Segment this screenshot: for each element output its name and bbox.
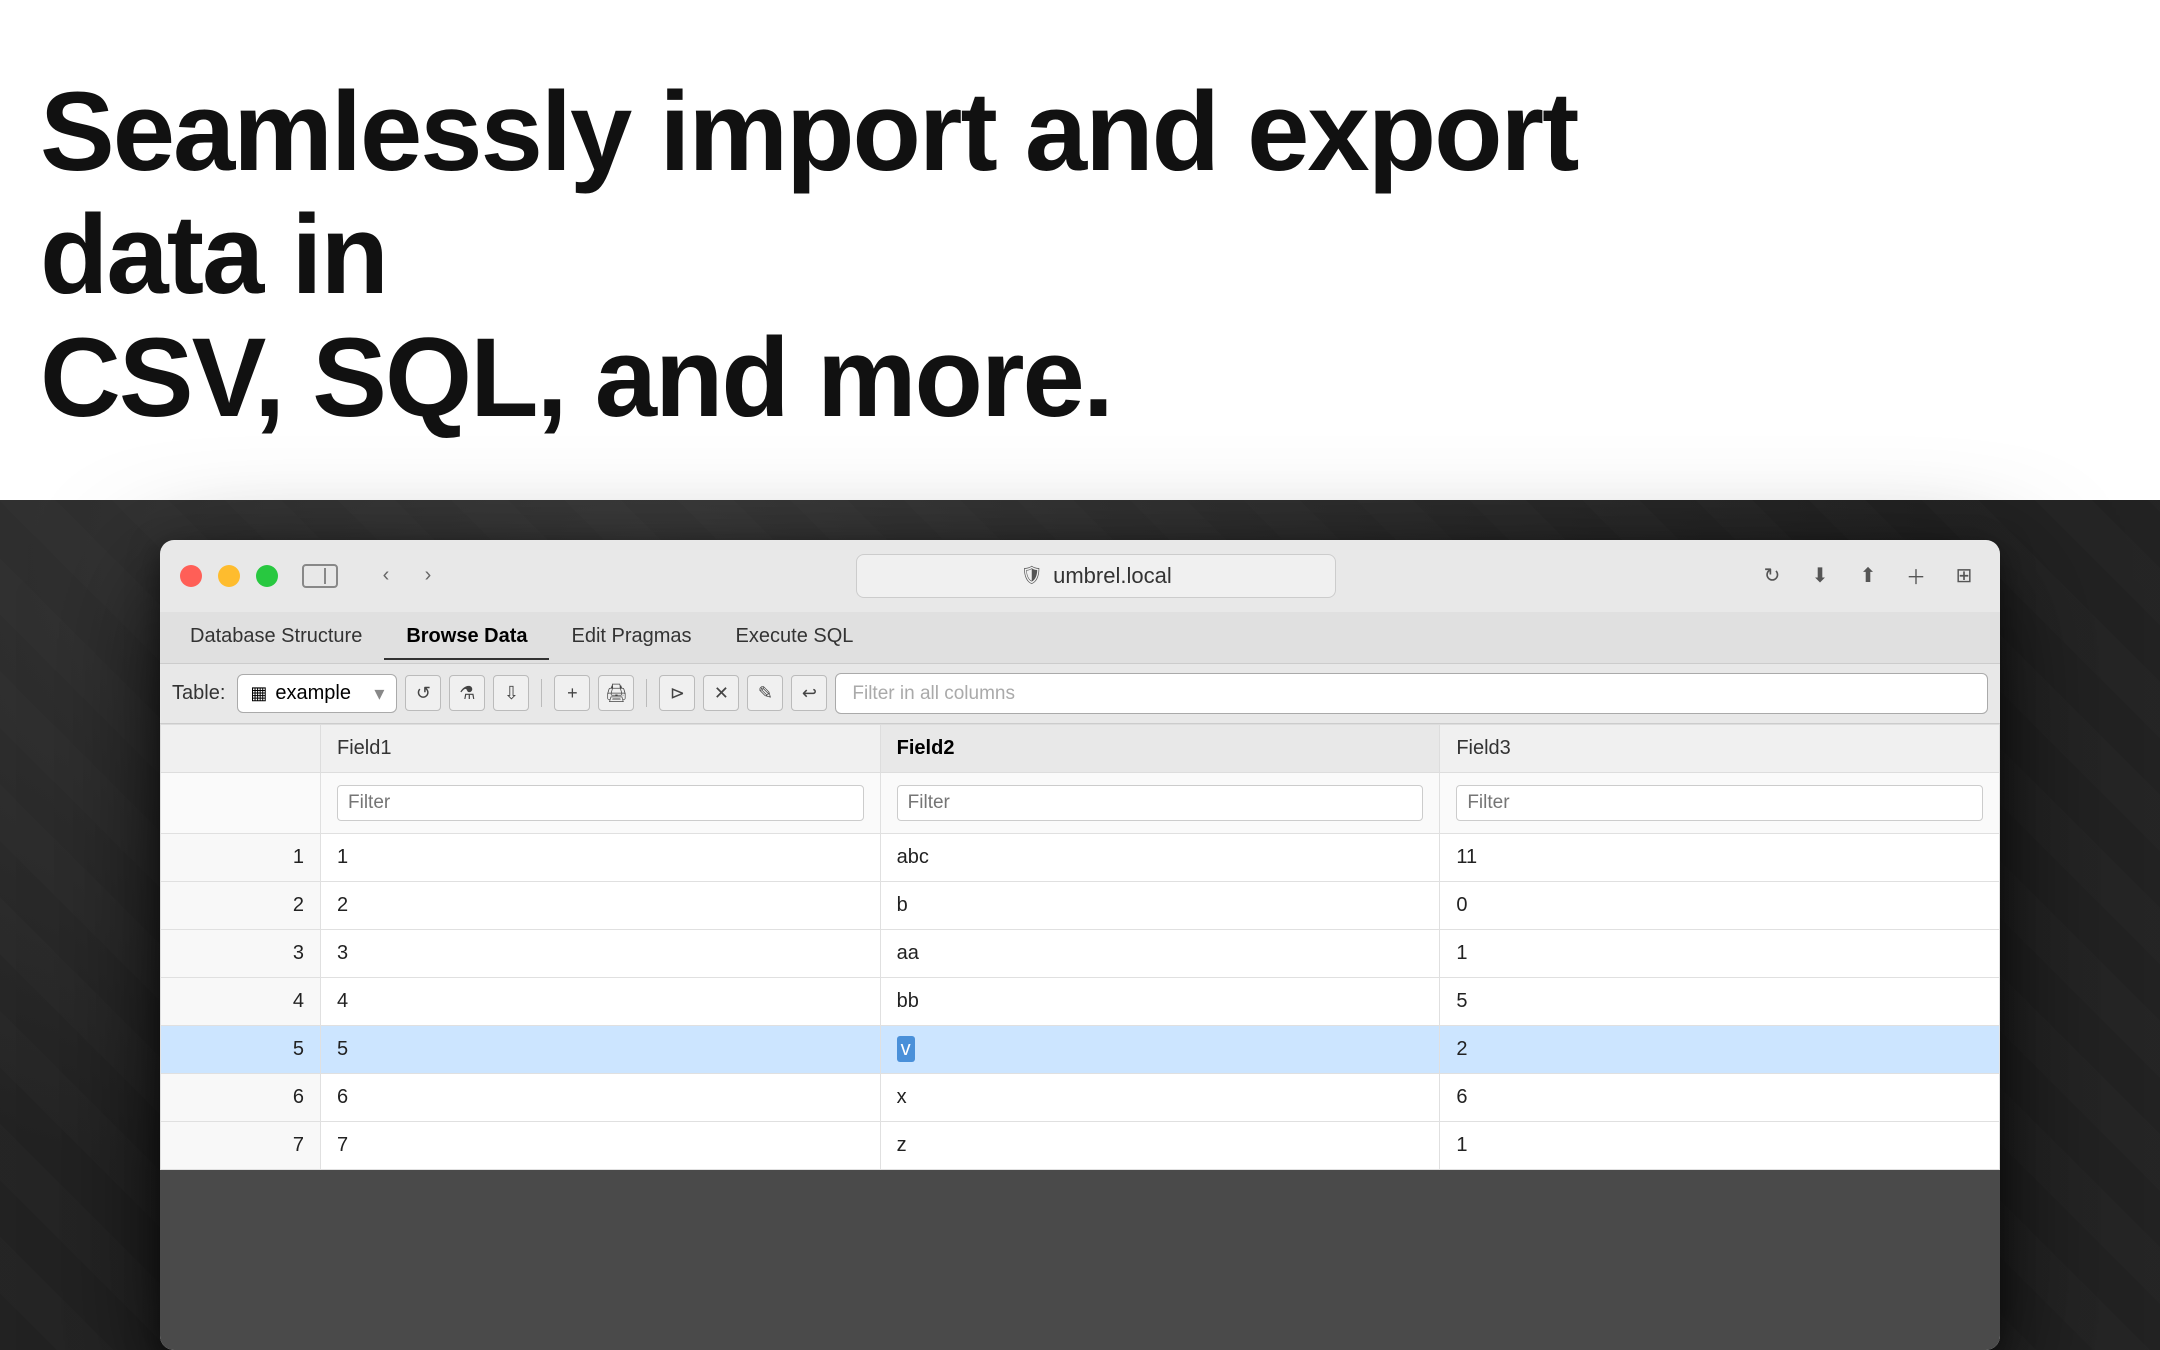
cell-field3[interactable]: 5 — [1440, 977, 2000, 1025]
address-bar[interactable]: 🛡 umbrel.local — [856, 554, 1336, 598]
col-header-field1[interactable]: Field1 — [321, 724, 881, 772]
security-icon: 🛡 — [1020, 565, 1043, 586]
cell-field3[interactable]: 11 — [1440, 833, 2000, 881]
insert-row-btn[interactable]: + — [554, 675, 590, 711]
data-table-container: Field1 Field2 Field3 — [160, 724, 2000, 1170]
row-num: 2 — [161, 881, 321, 929]
tab-overview-btn[interactable]: ⊞ — [1948, 560, 1980, 592]
table-select[interactable]: ▦ example ▾ — [237, 674, 397, 713]
tab-browse-data[interactable]: Browse Data — [384, 615, 549, 660]
undo-btn[interactable]: ↩ — [791, 675, 827, 711]
toolbar-sep-1 — [541, 679, 542, 707]
table-dropdown-icon: ▾ — [374, 681, 384, 706]
filter-field1-input[interactable] — [337, 785, 864, 821]
filter-field2-input[interactable] — [897, 785, 1424, 821]
table-label: Table: — [172, 682, 225, 705]
cell-highlight: v — [897, 1036, 915, 1062]
hero-section: Seamlessly import and export data in CSV… — [0, 0, 2160, 500]
row-num: 3 — [161, 929, 321, 977]
filter-field2[interactable] — [880, 772, 1440, 833]
table-row: 6 6 x 6 — [161, 1073, 2000, 1121]
reload-btn[interactable]: ↻ — [1756, 560, 1788, 592]
data-table: Field1 Field2 Field3 — [160, 724, 2000, 1170]
filter-field3[interactable] — [1440, 772, 2000, 833]
table-name: example — [275, 682, 351, 705]
cell-field2[interactable]: bb — [880, 977, 1440, 1025]
cell-field1[interactable]: 3 — [321, 929, 881, 977]
filter-row-num — [161, 772, 321, 833]
row-num: 1 — [161, 833, 321, 881]
cell-field2[interactable]: b — [880, 881, 1440, 929]
cell-field1[interactable]: 1 — [321, 833, 881, 881]
new-tab-btn[interactable]: ＋ — [1900, 560, 1932, 592]
traffic-light-close[interactable] — [180, 565, 202, 587]
empty-area — [160, 1170, 2000, 1350]
row-num: 7 — [161, 1121, 321, 1169]
browser-chrome: ‹ › 🛡 umbrel.local ↻ ⬇ ⬆ ＋ ⊞ — [160, 540, 2000, 612]
table-row-highlighted: 5 5 v 2 — [161, 1025, 2000, 1073]
toolbar-sep-2 — [646, 679, 647, 707]
filter-field3-input[interactable] — [1456, 785, 1983, 821]
filter-btn[interactable]: ⚗ — [449, 675, 485, 711]
tab-execute-sql[interactable]: Execute SQL — [714, 615, 876, 660]
tab-edit-pragmas[interactable]: Edit Pragmas — [549, 615, 713, 660]
table-row: 3 3 aa 1 — [161, 929, 2000, 977]
table-row: 1 1 abc 11 — [161, 833, 2000, 881]
browser-window: ‹ › 🛡 umbrel.local ↻ ⬇ ⬆ ＋ ⊞ Database St… — [160, 540, 2000, 1350]
cell-field2-highlighted[interactable]: v — [880, 1025, 1440, 1073]
table-row: 2 2 b 0 — [161, 881, 2000, 929]
cell-field1[interactable]: 4 — [321, 977, 881, 1025]
cell-field3[interactable]: 2 — [1440, 1025, 2000, 1073]
app-tabs: Database Structure Browse Data Edit Prag… — [160, 612, 2000, 664]
col-header-field3[interactable]: Field3 — [1440, 724, 2000, 772]
save-btn[interactable]: ✎ — [747, 675, 783, 711]
cell-field2[interactable]: abc — [880, 833, 1440, 881]
row-num: 5 — [161, 1025, 321, 1073]
cell-field2[interactable]: aa — [880, 929, 1440, 977]
download-btn[interactable]: ⬇ — [1804, 560, 1836, 592]
cell-field3[interactable]: 1 — [1440, 1121, 2000, 1169]
cell-field1[interactable]: 2 — [321, 881, 881, 929]
row-num-header — [161, 724, 321, 772]
cell-field1[interactable]: 5 — [321, 1025, 881, 1073]
cell-field2[interactable]: z — [880, 1121, 1440, 1169]
refresh-btn[interactable]: ↺ — [405, 675, 441, 711]
filter-field1[interactable] — [321, 772, 881, 833]
hero-title: Seamlessly import and export data in CSV… — [40, 70, 1740, 440]
share-btn[interactable]: ⬆ — [1852, 560, 1884, 592]
browser-controls — [160, 564, 358, 588]
print-btn[interactable]: 🖨 — [598, 675, 634, 711]
cell-field3[interactable]: 1 — [1440, 929, 2000, 977]
row-num: 4 — [161, 977, 321, 1025]
address-bar-container: 🛡 umbrel.local — [456, 554, 1736, 598]
cell-field3[interactable]: 0 — [1440, 881, 2000, 929]
row-num: 6 — [161, 1073, 321, 1121]
cell-field1[interactable]: 6 — [321, 1073, 881, 1121]
toolbar: Table: ▦ example ▾ ↺ ⚗ ⇩ + 🖨 ⊳ ✕ ✎ ↩ Fil… — [160, 664, 2000, 724]
cell-field2[interactable]: x — [880, 1073, 1440, 1121]
table-row: 7 7 z 1 — [161, 1121, 2000, 1169]
filter-all-input[interactable]: Filter in all columns — [835, 673, 1988, 714]
tab-database-structure[interactable]: Database Structure — [168, 615, 384, 660]
browser-actions: ↻ ⬇ ⬆ ＋ ⊞ — [1736, 560, 2000, 592]
forward-btn[interactable]: › — [412, 560, 444, 592]
table-row: 4 4 bb 5 — [161, 977, 2000, 1025]
sidebar-toggle-btn[interactable] — [302, 564, 338, 588]
table-icon: ▦ — [250, 683, 267, 704]
traffic-light-maximize[interactable] — [256, 565, 278, 587]
back-btn[interactable]: ‹ — [370, 560, 402, 592]
browser-nav: ‹ › — [358, 560, 456, 592]
cell-field1[interactable]: 7 — [321, 1121, 881, 1169]
export-btn[interactable]: ⇩ — [493, 675, 529, 711]
url-text: umbrel.local — [1053, 563, 1172, 589]
col-header-field2[interactable]: Field2 — [880, 724, 1440, 772]
cell-field3[interactable]: 6 — [1440, 1073, 2000, 1121]
delete-row-btn[interactable]: ✕ — [703, 675, 739, 711]
traffic-light-minimize[interactable] — [218, 565, 240, 587]
move-first-btn[interactable]: ⊳ — [659, 675, 695, 711]
app-content: Database Structure Browse Data Edit Prag… — [160, 612, 2000, 1350]
